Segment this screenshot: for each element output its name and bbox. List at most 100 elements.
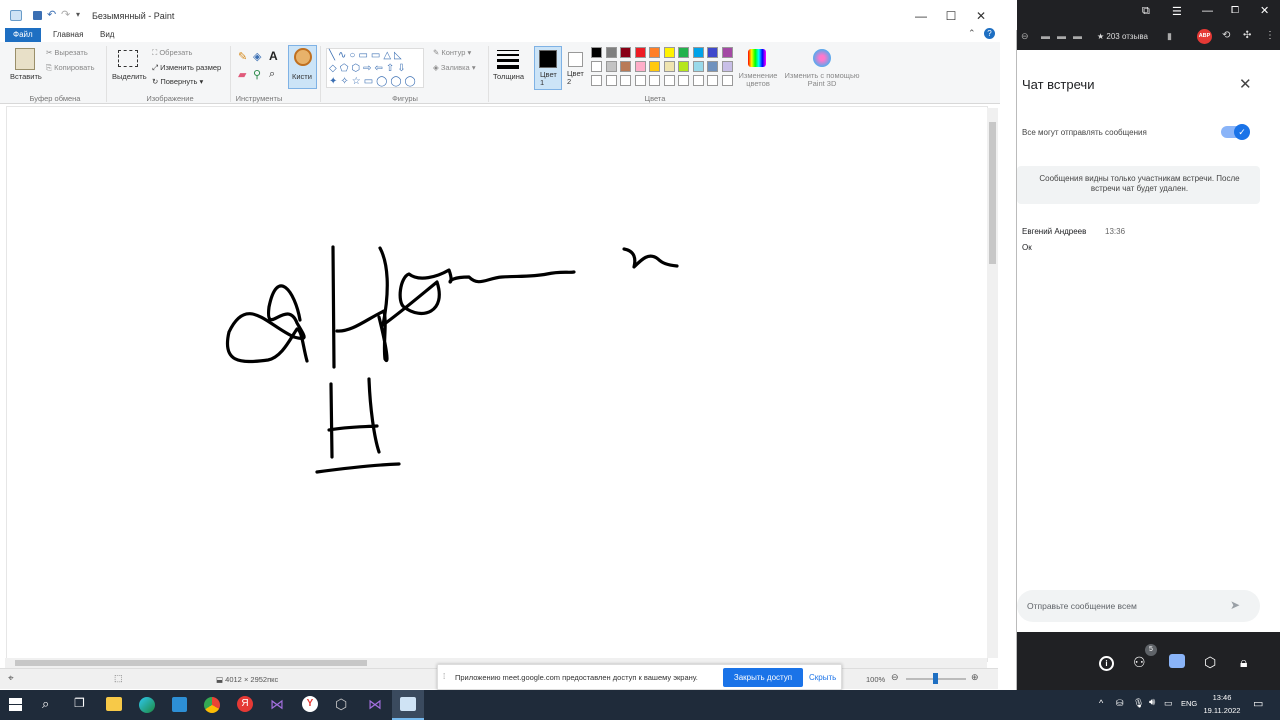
chat-bubble-icon[interactable]: ▬	[1073, 31, 1082, 41]
more-options-icon[interactable]: ⋮	[1265, 30, 1275, 41]
color-swatch[interactable]	[634, 75, 646, 86]
camera-icon[interactable]: ▬	[1041, 31, 1050, 41]
fill-dropdown[interactable]: ◈ Заливка ▾	[433, 63, 476, 72]
paste-button[interactable]: Вставить	[10, 72, 42, 81]
color-swatch[interactable]	[605, 47, 617, 58]
tray-chevron-icon[interactable]: ^	[1099, 698, 1103, 708]
maximize-button[interactable]: ☐	[941, 8, 961, 24]
color-swatch[interactable]	[692, 61, 704, 72]
drag-handle-icon[interactable]: ⁞	[443, 672, 445, 681]
outline-dropdown[interactable]: ✎ Контур ▾	[433, 48, 471, 57]
info-icon[interactable]: i	[1099, 656, 1114, 671]
unity-icon[interactable]: ⬡	[335, 696, 347, 713]
restore-icon[interactable]: ⧠	[1231, 5, 1239, 16]
host-controls-lock-icon[interactable]: 🔒︎	[1240, 654, 1247, 671]
color-swatch[interactable]	[692, 47, 704, 58]
notifications-icon[interactable]: ▭	[1253, 697, 1263, 710]
resize-button[interactable]: ⤢ Изменить размер	[152, 63, 221, 73]
yandex-icon[interactable]: Я	[237, 696, 253, 712]
color-swatch[interactable]	[707, 47, 718, 58]
vertical-scroll-thumb[interactable]	[989, 122, 996, 264]
color-swatch[interactable]	[634, 61, 646, 72]
pencil-icon[interactable]: ✎	[238, 50, 247, 63]
color-swatch[interactable]	[620, 75, 631, 86]
reviews-badge[interactable]: ★ 203 отзыва	[1097, 32, 1148, 41]
size-icon[interactable]	[497, 50, 519, 69]
close-icon[interactable]: ✕	[1260, 4, 1269, 17]
yandex-browser-icon[interactable]: Y	[302, 696, 318, 712]
bookmark-icon[interactable]: ▮	[1167, 31, 1172, 42]
close-button[interactable]: ✕	[971, 8, 991, 24]
color-swatch[interactable]	[721, 47, 733, 58]
color-swatch[interactable]	[663, 47, 675, 58]
adblock-icon[interactable]: ABP	[1197, 29, 1212, 44]
horizontal-scroll-thumb[interactable]	[15, 660, 367, 666]
color-swatch[interactable]	[591, 47, 602, 58]
edit-colors-icon[interactable]	[748, 49, 766, 67]
text-icon[interactable]: A	[269, 49, 278, 63]
tab-home[interactable]: Главная	[45, 28, 91, 42]
tab-icon[interactable]: ⧉	[1142, 5, 1150, 18]
volume-icon[interactable]: 🔊︎	[1149, 697, 1155, 708]
rotate-button[interactable]: ↻ Повернуть ▾	[152, 77, 203, 86]
mic-icon[interactable]: ▬	[1057, 31, 1066, 41]
visual-studio-2-icon[interactable]: ⋈	[368, 696, 382, 713]
cut-button[interactable]: ✂ Вырезать	[46, 48, 88, 57]
brushes-button[interactable]: Кисти	[288, 45, 317, 89]
send-icon[interactable]: ➤	[1230, 598, 1240, 612]
chat-input[interactable]: Отправьте сообщение всем ➤	[1017, 590, 1260, 622]
color-swatch[interactable]	[620, 61, 631, 72]
allow-messages-toggle[interactable]: ✓	[1221, 124, 1250, 140]
color-swatch[interactable]	[721, 61, 733, 72]
activities-icon[interactable]: ⬡	[1204, 654, 1216, 671]
zoom-in-icon[interactable]: ⊕	[971, 672, 979, 683]
color-swatch[interactable]	[678, 75, 689, 86]
size-button[interactable]: Толщина	[493, 72, 524, 81]
hide-button[interactable]: Скрыть	[809, 673, 836, 682]
quick-access-chevron-icon[interactable]: ▾	[76, 10, 80, 19]
color-swatch[interactable]	[678, 47, 689, 58]
tab-file[interactable]: Файл	[5, 28, 41, 42]
close-chat-icon[interactable]: ✕	[1239, 75, 1252, 93]
stop-sharing-button[interactable]: Закрыть доступ	[723, 668, 803, 687]
clock-time[interactable]: 13:46	[1205, 693, 1239, 702]
microphone-icon[interactable]: 🎙︎	[1133, 698, 1144, 709]
color1-button[interactable]: Цвет 1	[534, 46, 562, 90]
crop-button[interactable]: ⛶ Обрезать	[152, 48, 192, 58]
minimize-icon[interactable]: —	[1202, 5, 1213, 17]
extension-icon[interactable]: ⊖	[1021, 31, 1029, 42]
ribbon-collapse-icon[interactable]: ⌃	[968, 28, 976, 39]
language-indicator[interactable]: ENG	[1181, 699, 1197, 708]
color-picker-icon[interactable]: ⚲	[253, 68, 261, 81]
people-icon[interactable]: ⚇	[1133, 654, 1146, 671]
edit-colors-button[interactable]: Изменение цветов	[737, 72, 779, 88]
eraser-icon[interactable]: ▰	[238, 68, 246, 81]
paint3d-icon[interactable]	[813, 49, 831, 67]
file-explorer-icon[interactable]	[106, 697, 122, 711]
color-swatch[interactable]	[663, 75, 675, 86]
clock-date[interactable]: 19.11.2022	[1200, 706, 1244, 715]
fill-bucket-icon[interactable]: ◈	[253, 50, 261, 63]
color-swatch[interactable]	[591, 75, 602, 86]
task-view-icon[interactable]: ❐	[74, 696, 85, 710]
zoom-out-icon[interactable]: ⊖	[891, 672, 899, 683]
color-swatch[interactable]	[649, 61, 660, 72]
copy-button[interactable]: ⎘ Копировать	[46, 63, 94, 73]
chrome-icon[interactable]	[204, 697, 220, 713]
edge-icon[interactable]	[139, 697, 155, 713]
vertical-scrollbar[interactable]	[987, 108, 998, 658]
help-icon[interactable]: ?	[984, 28, 995, 39]
paint3d-button[interactable]: Изменить с помощью Paint 3D	[784, 72, 860, 88]
paste-icon[interactable]	[15, 48, 35, 70]
tab-view[interactable]: Вид	[92, 28, 122, 42]
color-swatch[interactable]	[649, 75, 660, 86]
magnifier-icon[interactable]: ⌕	[269, 68, 275, 81]
redo-icon[interactable]: ↷	[61, 8, 70, 21]
color-swatch[interactable]	[678, 61, 689, 72]
store-icon[interactable]	[172, 697, 187, 712]
save-icon[interactable]	[33, 11, 42, 20]
extensions-puzzle-icon[interactable]: ✣	[1243, 30, 1251, 41]
color-swatch[interactable]	[707, 75, 718, 86]
color2-button[interactable]: Цвет 2	[565, 46, 589, 90]
color-swatch[interactable]	[591, 61, 602, 72]
